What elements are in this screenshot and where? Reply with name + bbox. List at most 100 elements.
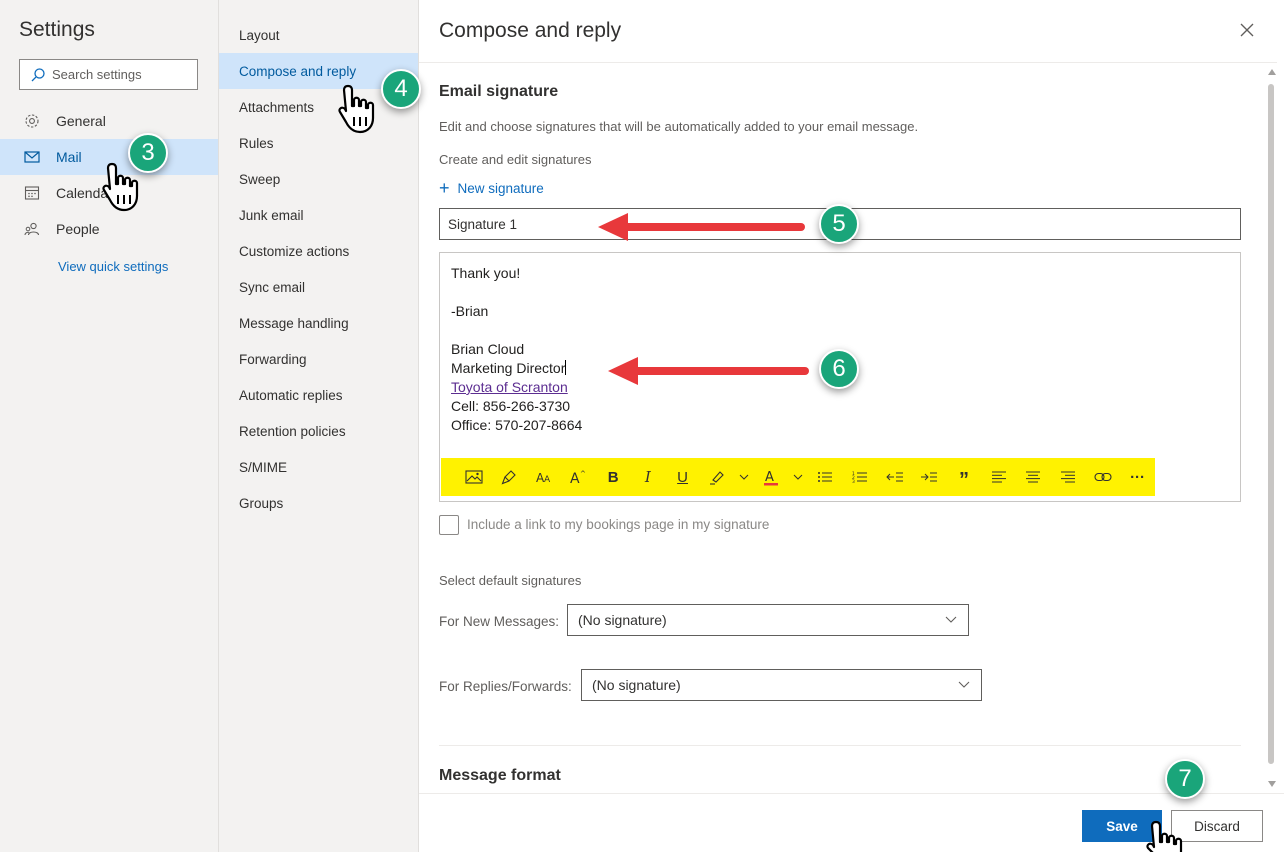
bold-icon[interactable]: B	[596, 464, 631, 490]
formatting-toolbar: AA A ^ B I U A 123 ” ···	[441, 458, 1155, 496]
signature-line: Thank you!	[451, 265, 521, 281]
font-size-icon[interactable]: AA	[526, 464, 561, 490]
underline-icon[interactable]: U	[665, 464, 700, 490]
search-settings-field[interactable]: Search settings	[19, 59, 198, 90]
svg-text:^: ^	[580, 470, 586, 478]
align-left-icon[interactable]	[981, 464, 1016, 490]
nav-item-label: Mail	[56, 149, 82, 165]
select-value: (No signature)	[578, 612, 667, 628]
nav2-item-groups[interactable]: Groups	[219, 485, 418, 521]
chevron-down-icon[interactable]	[789, 464, 808, 490]
section-divider	[439, 745, 1241, 746]
step-badge: 6	[819, 349, 859, 389]
numbering-icon[interactable]: 123	[843, 464, 878, 490]
scroll-down-icon[interactable]	[1267, 780, 1277, 788]
font-grow-icon[interactable]: A ^	[561, 464, 596, 490]
new-signature-label: New signature	[457, 180, 544, 196]
pointer-hand-icon	[1146, 820, 1183, 852]
nav2-item-layout[interactable]: Layout	[219, 17, 418, 53]
settings-nav: Settings Search settings General Mail Ca…	[0, 0, 219, 852]
create-edit-label: Create and edit signatures	[439, 152, 592, 167]
nav-item-label: People	[56, 221, 100, 237]
compose-reply-panel: Compose and reply Email signature Edit a…	[419, 0, 1284, 852]
text-caret	[565, 360, 567, 375]
signature-company-link[interactable]: Toyota of Scranton	[451, 379, 568, 395]
svg-text:3: 3	[852, 479, 855, 483]
search-placeholder: Search settings	[52, 67, 142, 82]
signature-line: -Brian	[451, 303, 489, 319]
nav2-item-junk-email[interactable]: Junk email	[219, 197, 418, 233]
settings-title: Settings	[19, 18, 95, 41]
svg-text:A: A	[765, 470, 774, 485]
people-icon	[24, 221, 40, 237]
chevron-down-icon	[945, 616, 957, 623]
quote-icon[interactable]: ”	[947, 464, 982, 491]
font-color-icon[interactable]: A	[754, 464, 789, 490]
signature-line-with-caret: Marketing Director	[451, 360, 567, 376]
pointer-hand-icon	[338, 84, 375, 134]
italic-icon[interactable]: I	[631, 464, 666, 490]
signature-line: Marketing Director	[451, 360, 566, 376]
gear-icon	[24, 113, 40, 129]
outdent-icon[interactable]	[877, 464, 912, 490]
pointer-hand-icon	[102, 162, 139, 212]
replies-forwards-label: For Replies/Forwards:	[439, 679, 572, 694]
step-badge: 5	[819, 204, 859, 244]
link-icon[interactable]	[1086, 464, 1121, 490]
search-icon	[31, 67, 45, 81]
chevron-down-icon[interactable]	[735, 464, 754, 490]
indent-icon[interactable]	[912, 464, 947, 490]
bookings-link-checkbox[interactable]	[439, 515, 459, 535]
nav2-item-retention-policies[interactable]: Retention policies	[219, 413, 418, 449]
select-value: (No signature)	[592, 677, 681, 693]
new-messages-signature-select[interactable]: (No signature)	[567, 604, 969, 636]
nav2-item-message-handling[interactable]: Message handling	[219, 305, 418, 341]
step-badge: 4	[381, 69, 421, 109]
new-signature-button[interactable]: + New signature	[439, 179, 544, 197]
step-badge: 7	[1165, 759, 1205, 799]
signature-line: Office: 570-207-8664	[451, 417, 583, 433]
panel-scrollbar[interactable]	[1264, 64, 1280, 794]
calendar-icon	[24, 185, 40, 201]
highlighter-icon[interactable]	[700, 464, 735, 490]
panel-title: Compose and reply	[439, 19, 622, 42]
signature-line: Brian Cloud	[451, 341, 525, 357]
new-messages-label: For New Messages:	[439, 614, 560, 629]
scroll-up-icon[interactable]	[1267, 68, 1277, 76]
nav-item-label: General	[56, 113, 106, 129]
replies-signature-select[interactable]: (No signature)	[581, 669, 982, 701]
nav2-item-sync-email[interactable]: Sync email	[219, 269, 418, 305]
header-divider	[419, 62, 1277, 63]
nav2-item-sweep[interactable]: Sweep	[219, 161, 418, 197]
bullets-icon[interactable]	[808, 464, 843, 490]
nav-item-general[interactable]: General	[0, 103, 218, 139]
default-signatures-heading: Select default signatures	[439, 573, 582, 588]
nav2-item-smime[interactable]: S/MIME	[219, 449, 418, 485]
more-icon[interactable]: ···	[1120, 464, 1155, 490]
svg-text:A: A	[570, 471, 580, 484]
view-quick-settings-link[interactable]: View quick settings	[58, 259, 168, 274]
email-signature-heading: Email signature	[439, 83, 559, 100]
format-painter-icon[interactable]	[492, 464, 527, 490]
svg-text:A: A	[544, 475, 551, 484]
mail-icon	[24, 149, 40, 165]
mail-settings-nav: Layout Compose and reply Attachments Rul…	[219, 0, 419, 852]
nav2-item-rules[interactable]: Rules	[219, 125, 418, 161]
annotation-arrow	[598, 213, 805, 241]
close-icon[interactable]	[1237, 20, 1257, 40]
nav2-item-customize-actions[interactable]: Customize actions	[219, 233, 418, 269]
align-center-icon[interactable]	[1016, 464, 1051, 490]
message-format-heading: Message format	[439, 767, 561, 784]
insert-image-icon[interactable]	[457, 464, 492, 490]
signature-line: Cell: 856-266-3730	[451, 398, 571, 414]
nav-item-people[interactable]: People	[0, 211, 218, 247]
signature-description: Edit and choose signatures that will be …	[439, 119, 919, 134]
nav2-item-forwarding[interactable]: Forwarding	[219, 341, 418, 377]
plus-icon: +	[439, 178, 450, 198]
annotation-arrow	[608, 357, 809, 385]
nav2-item-automatic-replies[interactable]: Automatic replies	[219, 377, 418, 413]
scrollbar-thumb[interactable]	[1268, 84, 1274, 764]
bookings-link-label: Include a link to my bookings page in my…	[467, 517, 770, 532]
align-right-icon[interactable]	[1051, 464, 1086, 490]
chevron-down-icon	[958, 681, 970, 688]
